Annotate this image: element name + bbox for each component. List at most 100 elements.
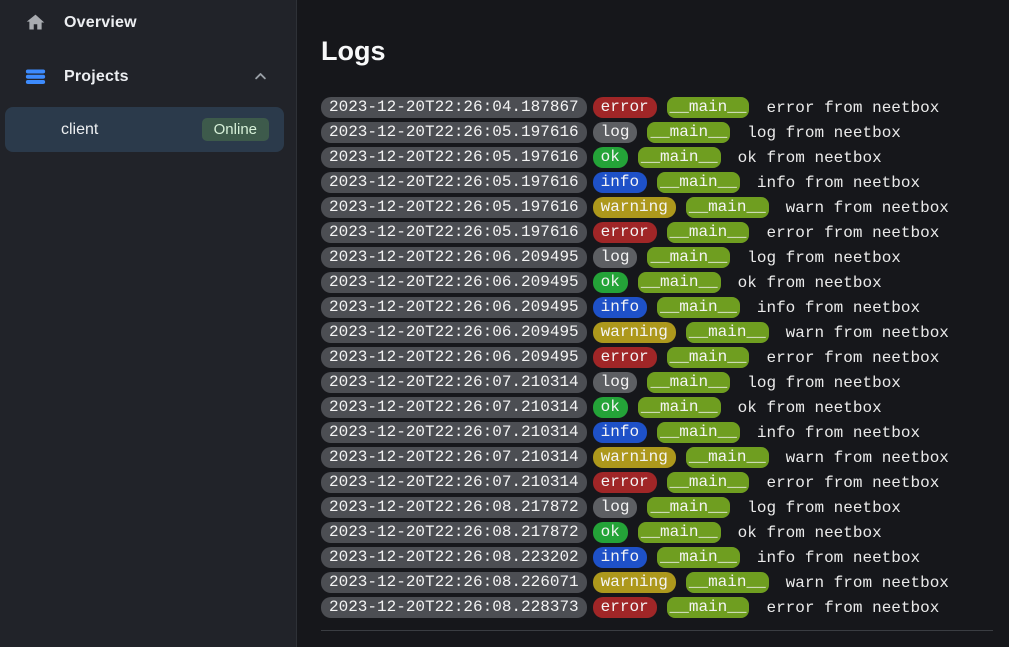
home-icon — [25, 12, 46, 33]
main-content: Logs 2023-12-20T22:26:04.187867 error __… — [297, 0, 1009, 647]
log-timestamp-badge: 2023-12-20T22:26:08.217872 — [321, 522, 587, 543]
log-level-badge: log — [593, 372, 638, 393]
log-message: log from neetbox — [747, 124, 901, 142]
log-level-badge: warning — [593, 197, 676, 218]
log-level-badge: log — [593, 122, 638, 143]
log-message: error from neetbox — [766, 349, 939, 367]
log-message: error from neetbox — [766, 599, 939, 617]
log-module-badge: __main__ — [638, 272, 721, 293]
log-level-badge: log — [593, 247, 638, 268]
log-level-badge: error — [593, 472, 657, 493]
log-row: 2023-12-20T22:26:05.197616 log __main__ … — [321, 122, 993, 143]
log-timestamp-badge: 2023-12-20T22:26:06.209495 — [321, 347, 587, 368]
log-module-badge: __main__ — [657, 547, 740, 568]
log-module-badge: __main__ — [686, 197, 769, 218]
log-timestamp-badge: 2023-12-20T22:26:07.210314 — [321, 422, 587, 443]
log-module-badge: __main__ — [657, 297, 740, 318]
log-timestamp-badge: 2023-12-20T22:26:05.197616 — [321, 147, 587, 168]
sidebar-item-label: Projects — [64, 68, 129, 86]
log-module-badge: __main__ — [667, 222, 750, 243]
log-row: 2023-12-20T22:26:08.217872 log __main__ … — [321, 497, 993, 518]
log-row: 2023-12-20T22:26:05.197616 ok __main__ o… — [321, 147, 993, 168]
log-row: 2023-12-20T22:26:07.210314 error __main_… — [321, 472, 993, 493]
log-module-badge: __main__ — [647, 247, 730, 268]
log-row: 2023-12-20T22:26:06.209495 warning __mai… — [321, 322, 993, 343]
log-list[interactable]: 2023-12-20T22:26:04.187867 error __main_… — [321, 97, 993, 631]
log-level-badge: error — [593, 97, 657, 118]
log-level-badge: ok — [593, 147, 628, 168]
log-level-badge: ok — [593, 272, 628, 293]
log-message: ok from neetbox — [738, 149, 882, 167]
log-message: info from neetbox — [757, 174, 920, 192]
log-timestamp-badge: 2023-12-20T22:26:06.209495 — [321, 247, 587, 268]
log-level-badge: warning — [593, 447, 676, 468]
log-timestamp-badge: 2023-12-20T22:26:07.210314 — [321, 397, 587, 418]
log-module-badge: __main__ — [667, 472, 750, 493]
log-message: warn from neetbox — [786, 574, 949, 592]
project-name: client — [61, 121, 98, 139]
log-message: error from neetbox — [766, 99, 939, 117]
log-module-badge: __main__ — [667, 597, 750, 618]
log-timestamp-badge: 2023-12-20T22:26:05.197616 — [321, 122, 587, 143]
log-timestamp-badge: 2023-12-20T22:26:07.210314 — [321, 447, 587, 468]
log-message: ok from neetbox — [738, 399, 882, 417]
log-timestamp-badge: 2023-12-20T22:26:08.223202 — [321, 547, 587, 568]
page-title: Logs — [321, 34, 993, 68]
log-timestamp-badge: 2023-12-20T22:26:08.226071 — [321, 572, 587, 593]
log-module-badge: __main__ — [667, 97, 750, 118]
log-row: 2023-12-20T22:26:08.217872 ok __main__ o… — [321, 522, 993, 543]
log-module-badge: __main__ — [657, 422, 740, 443]
log-timestamp-badge: 2023-12-20T22:26:08.217872 — [321, 497, 587, 518]
menu-bars-icon — [25, 66, 46, 87]
log-timestamp-badge: 2023-12-20T22:26:06.209495 — [321, 297, 587, 318]
log-module-badge: __main__ — [647, 122, 730, 143]
log-level-badge: warning — [593, 572, 676, 593]
log-row: 2023-12-20T22:26:07.210314 log __main__ … — [321, 372, 993, 393]
log-row: 2023-12-20T22:26:04.187867 error __main_… — [321, 97, 993, 118]
log-module-badge: __main__ — [647, 372, 730, 393]
log-module-badge: __main__ — [686, 572, 769, 593]
log-message: error from neetbox — [766, 474, 939, 492]
sidebar-item-overview[interactable]: Overview — [0, 1, 296, 44]
log-level-badge: info — [593, 422, 647, 443]
log-row: 2023-12-20T22:26:08.226071 warning __mai… — [321, 572, 993, 593]
log-level-badge: error — [593, 597, 657, 618]
log-message: info from neetbox — [757, 299, 920, 317]
log-timestamp-badge: 2023-12-20T22:26:06.209495 — [321, 322, 587, 343]
log-row: 2023-12-20T22:26:05.197616 info __main__… — [321, 172, 993, 193]
log-module-badge: __main__ — [686, 447, 769, 468]
log-row: 2023-12-20T22:26:07.210314 warning __mai… — [321, 447, 993, 468]
log-level-badge: warning — [593, 322, 676, 343]
log-row: 2023-12-20T22:26:06.209495 info __main__… — [321, 297, 993, 318]
log-message: warn from neetbox — [786, 324, 949, 342]
log-message: warn from neetbox — [786, 449, 949, 467]
online-status-badge: Online — [202, 118, 269, 141]
sidebar-item-label: Overview — [64, 14, 137, 32]
log-message: ok from neetbox — [738, 524, 882, 542]
log-module-badge: __main__ — [657, 172, 740, 193]
log-row: 2023-12-20T22:26:07.210314 ok __main__ o… — [321, 397, 993, 418]
log-timestamp-badge: 2023-12-20T22:26:06.209495 — [321, 272, 587, 293]
log-level-badge: info — [593, 172, 647, 193]
sidebar-item-client[interactable]: client Online — [5, 107, 284, 152]
log-row: 2023-12-20T22:26:05.197616 warning __mai… — [321, 197, 993, 218]
log-level-badge: info — [593, 547, 647, 568]
sidebar-item-projects[interactable]: Projects — [0, 55, 296, 98]
log-level-badge: error — [593, 222, 657, 243]
log-level-badge: ok — [593, 397, 628, 418]
chevron-up-icon[interactable] — [253, 69, 268, 84]
log-module-badge: __main__ — [686, 322, 769, 343]
sidebar: Overview Projects client Online — [0, 0, 297, 647]
log-row: 2023-12-20T22:26:06.209495 ok __main__ o… — [321, 272, 993, 293]
log-row: 2023-12-20T22:26:07.210314 info __main__… — [321, 422, 993, 443]
log-level-badge: ok — [593, 522, 628, 543]
log-message: log from neetbox — [747, 374, 901, 392]
log-timestamp-badge: 2023-12-20T22:26:07.210314 — [321, 472, 587, 493]
log-row: 2023-12-20T22:26:06.209495 log __main__ … — [321, 247, 993, 268]
log-row: 2023-12-20T22:26:06.209495 error __main_… — [321, 347, 993, 368]
log-module-badge: __main__ — [667, 347, 750, 368]
log-message: error from neetbox — [766, 224, 939, 242]
log-timestamp-badge: 2023-12-20T22:26:05.197616 — [321, 197, 587, 218]
log-timestamp-badge: 2023-12-20T22:26:05.197616 — [321, 222, 587, 243]
log-module-badge: __main__ — [638, 522, 721, 543]
